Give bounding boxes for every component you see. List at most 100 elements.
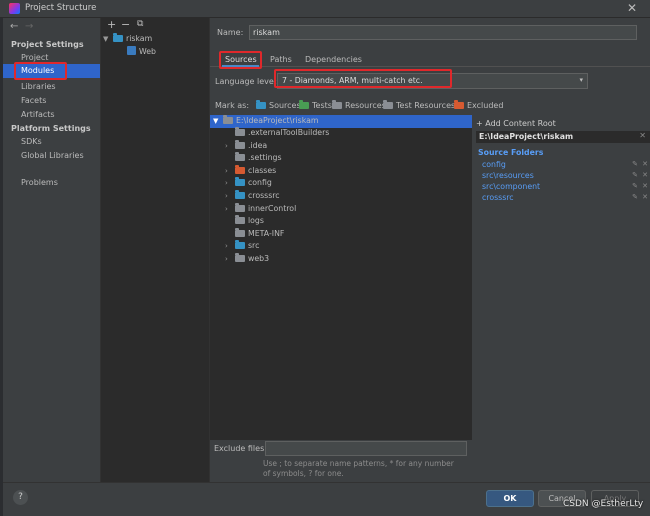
nav-item-problems[interactable]: Problems [21, 178, 58, 187]
copy-module-icon[interactable]: ⧉ [137, 19, 143, 29]
content-root-node[interactable]: ▼ E:\IdeaProject\riskam [210, 115, 472, 128]
ok-button[interactable]: OK [486, 490, 534, 507]
chevron-down-icon: ▼ [213, 117, 219, 125]
folder-name: crosssrc [248, 190, 280, 200]
folder-icon [235, 164, 245, 174]
project-settings-header: Project Settings [11, 40, 84, 49]
chevron-right-icon[interactable]: › [225, 165, 235, 178]
exclude-files-input[interactable] [265, 441, 467, 456]
content-root-tree: ▼ E:\IdeaProject\riskam .externalToolBuil… [210, 115, 472, 440]
folder-icon [235, 202, 245, 212]
facet-tree-item[interactable]: Web [127, 46, 156, 59]
folder-tree-row[interactable]: › src [225, 240, 329, 253]
nav-item-libraries[interactable]: Libraries [21, 82, 56, 91]
folder-list: .externalToolBuilders › .idea .settings › cla… [225, 127, 329, 266]
title-bar: Project Structure ✕ [0, 0, 650, 18]
chevron-down-icon[interactable]: ▼ [103, 33, 113, 46]
folder-icon [235, 152, 245, 162]
tab-sources[interactable]: Sources [225, 55, 257, 64]
remove-icon[interactable]: ✕ [642, 181, 648, 192]
source-folders-header: Source Folders [478, 148, 544, 157]
folder-icon [235, 189, 245, 199]
edit-icon[interactable]: ✎ [632, 159, 638, 170]
chevron-right-icon[interactable]: › [225, 177, 235, 190]
source-folder-item[interactable]: src\component ✎ ✕ [482, 181, 650, 192]
nav-item-artifacts[interactable]: Artifacts [21, 110, 55, 119]
help-icon[interactable]: ? [13, 490, 28, 505]
remove-icon[interactable]: ✕ [642, 192, 648, 203]
mark-as-label: Mark as: [215, 101, 250, 110]
chevron-right-icon[interactable]: › [225, 190, 235, 203]
module-settings-panel: Name: Sources Paths Dependencies Languag… [210, 18, 650, 482]
edit-icon[interactable]: ✎ [632, 181, 638, 192]
nav-item-modules[interactable]: Modules [21, 66, 54, 75]
edit-icon[interactable]: ✎ [632, 170, 638, 181]
folder-icon [235, 227, 245, 237]
folder-name: classes [248, 165, 277, 175]
remove-icon[interactable]: ✕ [642, 170, 648, 181]
folder-tree-row[interactable]: › classes [225, 164, 329, 178]
exclude-files-hint: Use ; to separate name patterns, * for a… [263, 459, 454, 478]
highlight-box-language-level [274, 69, 452, 88]
source-folder-path[interactable]: crosssrc [482, 193, 514, 202]
folder-icon [235, 177, 245, 187]
add-module-icon[interactable]: + [107, 18, 116, 31]
folder-tree-row[interactable]: › config [225, 177, 329, 190]
folder-tree-row[interactable]: › web3 [225, 252, 329, 266]
folder-tree-row[interactable]: › crosssrc [225, 189, 329, 203]
mark-as-excluded-button[interactable]: Excluded [454, 100, 503, 110]
mark-as-resources-button[interactable]: Resources [332, 100, 386, 110]
folder-tree-row[interactable]: META-INF [225, 227, 329, 241]
tab-paths[interactable]: Paths [270, 55, 292, 64]
test-resources-folder-icon [383, 100, 393, 109]
folder-name: META-INF [248, 228, 285, 238]
folder-tree-row[interactable]: .settings [225, 152, 329, 165]
tabs-divider [210, 66, 650, 67]
source-folder-path[interactable]: config [482, 160, 506, 169]
nav-item-global-libraries[interactable]: Global Libraries [21, 151, 84, 160]
module-tree-item[interactable]: ▼ riskam [103, 33, 152, 46]
add-content-root-button[interactable]: + Add Content Root [476, 119, 556, 128]
dialog-footer: ? OK Cancel Apply CSDN @EstherLty [3, 482, 650, 516]
chevron-right-icon[interactable]: › [225, 140, 235, 153]
close-icon[interactable]: ✕ [627, 1, 637, 15]
remove-icon[interactable]: ✕ [642, 159, 648, 170]
mark-as-sources-button[interactable]: Sources [256, 100, 301, 110]
mark-as-tests-button[interactable]: Tests [299, 100, 332, 110]
folder-icon [235, 127, 245, 136]
folder-name: src [248, 241, 260, 251]
folder-tree-row[interactable]: › .idea [225, 139, 329, 153]
active-tab-indicator [222, 65, 259, 67]
folder-name: .externalToolBuilders [248, 128, 330, 137]
source-folder-path[interactable]: src\resources [482, 171, 534, 180]
folder-tree-row[interactable]: › innerControl [225, 202, 329, 216]
exclude-files-label: Exclude files: [214, 444, 267, 453]
folder-tree-row[interactable]: .externalToolBuilders [225, 127, 329, 140]
module-name-input[interactable] [249, 25, 637, 40]
settings-nav: ← → Project Settings Project Modules Lib… [3, 18, 100, 482]
folder-name: config [248, 178, 272, 188]
source-folder-path[interactable]: src\component [482, 182, 540, 191]
nav-item-project[interactable]: Project [21, 53, 48, 62]
chevron-right-icon[interactable]: › [225, 240, 235, 253]
resources-folder-icon [332, 100, 342, 109]
nav-item-sdks[interactable]: SDKs [21, 137, 42, 146]
mark-as-test-resources-button[interactable]: Test Resources [383, 100, 455, 110]
chevron-right-icon[interactable]: › [225, 253, 235, 266]
back-arrow-icon[interactable]: ← [10, 21, 18, 32]
edit-icon[interactable]: ✎ [632, 192, 638, 203]
platform-settings-header: Platform Settings [11, 124, 91, 133]
folder-name: innerControl [248, 203, 297, 213]
remove-module-icon[interactable]: − [121, 18, 130, 31]
module-icon [113, 33, 123, 42]
tab-dependencies[interactable]: Dependencies [305, 55, 362, 64]
forward-arrow-icon[interactable]: → [25, 21, 33, 32]
nav-item-facets[interactable]: Facets [21, 96, 46, 105]
sources-folder-icon [256, 100, 266, 109]
chevron-right-icon[interactable]: › [225, 203, 235, 216]
remove-content-root-icon[interactable]: ✕ [639, 131, 646, 140]
folder-tree-row[interactable]: logs [225, 215, 329, 228]
source-folder-item[interactable]: crosssrc ✎ ✕ [482, 192, 650, 203]
source-folder-item[interactable]: src\resources ✎ ✕ [482, 170, 650, 181]
source-folder-item[interactable]: config ✎ ✕ [482, 159, 650, 170]
